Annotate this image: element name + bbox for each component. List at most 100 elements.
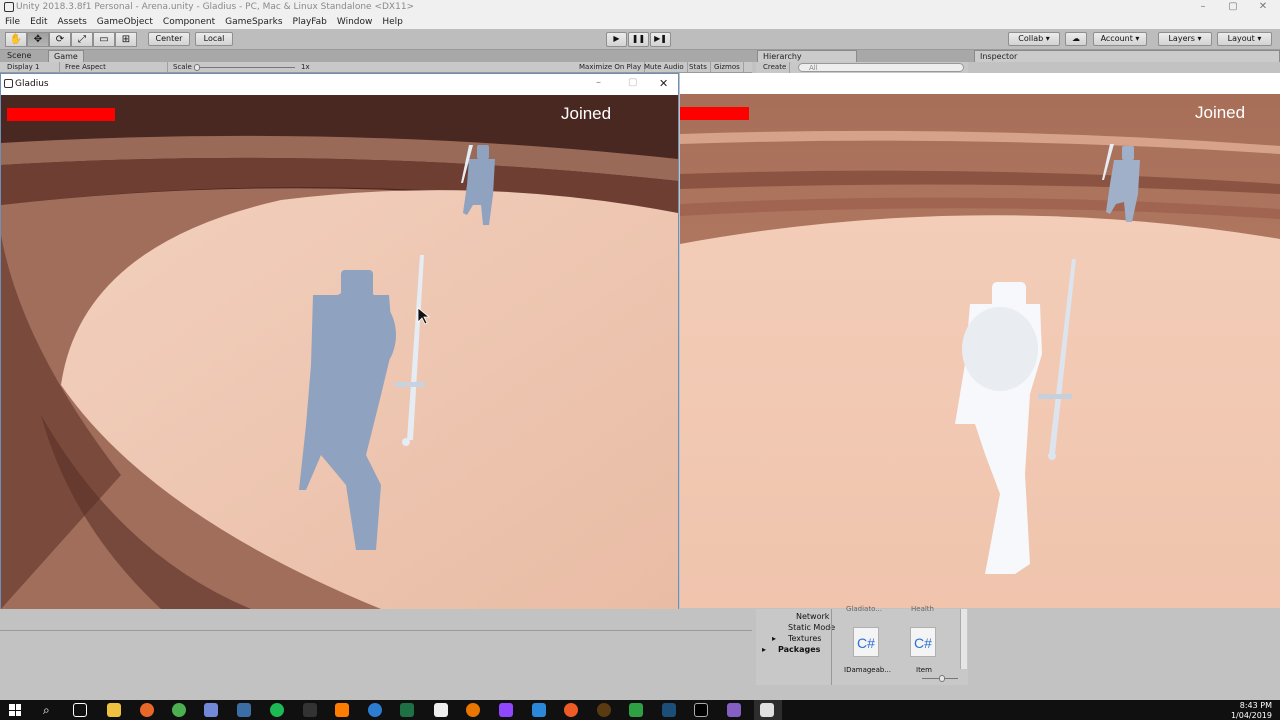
file-explorer-icon[interactable] bbox=[107, 703, 121, 717]
terminal-icon[interactable] bbox=[694, 703, 708, 717]
aspect-dropdown[interactable]: Free Aspect bbox=[62, 62, 168, 73]
menu-window[interactable]: Window bbox=[332, 15, 378, 29]
csharp-file-icon[interactable]: C# bbox=[853, 627, 879, 657]
taskbar: ⌕ 8:43 PM 1/04/2019 bbox=[0, 700, 1280, 720]
search-icon[interactable]: ⌕ bbox=[43, 703, 50, 718]
app-icon[interactable] bbox=[532, 703, 546, 717]
game-viewport-right[interactable]: Joined bbox=[680, 94, 1280, 608]
transform-tool-icon[interactable]: ⊞ bbox=[115, 32, 137, 47]
game-window-right[interactable]: Joined bbox=[680, 73, 1280, 609]
app-icon[interactable] bbox=[629, 703, 643, 717]
game-window-titlebar bbox=[680, 73, 1280, 94]
firefox-icon[interactable] bbox=[140, 703, 154, 717]
layers-dropdown[interactable]: Layers ▾ bbox=[1158, 32, 1212, 46]
game-maximize-button[interactable]: ▢ bbox=[628, 77, 637, 88]
unity-logo-icon bbox=[4, 2, 14, 12]
maximize-button[interactable]: ▢ bbox=[1216, 0, 1250, 15]
window-title: Unity 2018.3.8f1 Personal - Arena.unity … bbox=[16, 2, 415, 12]
steam-icon[interactable] bbox=[237, 703, 251, 717]
menu-assets[interactable]: Assets bbox=[53, 15, 92, 29]
unity-hub-icon[interactable] bbox=[434, 703, 448, 717]
task-view-icon[interactable] bbox=[73, 703, 87, 717]
pivot-local-button[interactable]: Local bbox=[195, 32, 233, 46]
play-button[interactable]: ▶ bbox=[606, 32, 627, 47]
menu-component[interactable]: Component bbox=[158, 15, 220, 29]
pivot-center-button[interactable]: Center bbox=[148, 32, 190, 46]
app-icon[interactable] bbox=[564, 703, 578, 717]
steam-icon[interactable] bbox=[662, 703, 676, 717]
game-window-title: Gladius bbox=[15, 79, 49, 89]
chevron-right-icon[interactable]: ▸ bbox=[762, 645, 766, 654]
chevron-right-icon[interactable]: ▸ bbox=[772, 634, 776, 643]
app-icon[interactable] bbox=[597, 703, 611, 717]
account-dropdown[interactable]: Account ▾ bbox=[1093, 32, 1147, 46]
collab-button[interactable]: Collab ▾ bbox=[1008, 32, 1060, 46]
excel-icon[interactable] bbox=[400, 703, 414, 717]
menu-gameobject[interactable]: GameObject bbox=[92, 15, 158, 29]
rect-tool-icon[interactable]: ▭ bbox=[93, 32, 115, 47]
joined-status: Joined bbox=[1195, 103, 1246, 122]
chevron-down-icon: ▾ bbox=[1135, 34, 1140, 43]
tree-item-packages[interactable]: Packages bbox=[778, 645, 820, 654]
twitch-icon[interactable] bbox=[499, 703, 513, 717]
layout-dropdown[interactable]: Layout ▾ bbox=[1217, 32, 1272, 46]
scale-tool-icon[interactable]: ⤢ bbox=[71, 32, 93, 47]
clock-date[interactable]: 1/04/2019 bbox=[1210, 711, 1272, 720]
tab-game[interactable]: Game bbox=[48, 50, 84, 62]
active-app-highlight bbox=[754, 700, 782, 720]
hierarchy-search-input[interactable]: All bbox=[798, 63, 964, 72]
hierarchy-toolbar: Create All bbox=[756, 62, 968, 73]
file-label: Gladiato... bbox=[846, 605, 882, 613]
pause-button[interactable]: ❚❚ bbox=[628, 32, 649, 47]
step-button[interactable]: ▶❚ bbox=[650, 32, 671, 47]
maximize-on-play-toggle[interactable]: Maximize On Play bbox=[576, 62, 646, 73]
game-view-controls: Display 1 Free Aspect Scale 1x Maximize … bbox=[0, 62, 752, 73]
create-dropdown[interactable]: Create bbox=[760, 62, 791, 73]
divider bbox=[0, 630, 752, 631]
visual-studio-icon[interactable] bbox=[727, 703, 741, 717]
app-icon[interactable] bbox=[368, 703, 382, 717]
app-icon[interactable] bbox=[303, 703, 317, 717]
hand-tool-icon[interactable]: ✋ bbox=[5, 32, 27, 47]
clock-time[interactable]: 8:43 PM bbox=[1210, 701, 1272, 710]
menu-help[interactable]: Help bbox=[377, 15, 408, 29]
tree-item-network[interactable]: Network bbox=[796, 612, 829, 621]
tree-item-static-models[interactable]: Static Mode bbox=[788, 623, 835, 632]
scale-slider[interactable] bbox=[195, 67, 295, 68]
gizmos-dropdown[interactable]: Gizmos bbox=[711, 62, 744, 73]
stats-toggle[interactable]: Stats bbox=[686, 62, 711, 73]
cloud-icon[interactable]: ☁ bbox=[1065, 32, 1087, 46]
title-bar: Unity 2018.3.8f1 Personal - Arena.unity … bbox=[0, 0, 1280, 15]
blender-icon[interactable] bbox=[466, 703, 480, 717]
spotify-icon[interactable] bbox=[270, 703, 284, 717]
tab-hierarchy[interactable]: Hierarchy bbox=[757, 50, 857, 62]
mute-audio-toggle[interactable]: Mute Audio bbox=[641, 62, 688, 73]
menu-edit[interactable]: Edit bbox=[25, 15, 52, 29]
tab-inspector[interactable]: Inspector bbox=[974, 50, 1280, 62]
windows-start-icon[interactable] bbox=[9, 704, 21, 716]
game-close-button[interactable]: ✕ bbox=[659, 77, 668, 90]
illustrator-icon[interactable] bbox=[335, 703, 349, 717]
discord-icon[interactable] bbox=[204, 703, 218, 717]
move-tool-icon[interactable]: ✥ bbox=[27, 32, 49, 47]
rotate-tool-icon[interactable]: ⟳ bbox=[49, 32, 71, 47]
game-viewport-left[interactable]: Joined bbox=[1, 95, 678, 609]
game-minimize-button[interactable]: – bbox=[596, 77, 601, 88]
divider bbox=[831, 609, 832, 685]
file-name: IDamageab... bbox=[844, 666, 892, 674]
minimize-button[interactable]: – bbox=[1186, 0, 1220, 15]
menu-bar: File Edit Assets GameObject Component GameSpa… bbox=[0, 15, 1280, 29]
close-button[interactable]: ✕ bbox=[1246, 0, 1280, 15]
game-window-left[interactable]: Gladius – ▢ ✕ Joined bbox=[0, 73, 679, 609]
tree-item-textures[interactable]: Textures bbox=[788, 634, 821, 643]
display-dropdown[interactable]: Display 1 bbox=[4, 62, 60, 73]
menu-gamesparks[interactable]: GameSparks bbox=[220, 15, 287, 29]
menu-file[interactable]: File bbox=[0, 15, 25, 29]
csharp-file-icon[interactable]: C# bbox=[910, 627, 936, 657]
tab-scene[interactable]: Scene bbox=[2, 50, 36, 62]
menu-playfab[interactable]: PlayFab bbox=[288, 15, 332, 29]
zoom-slider-handle[interactable] bbox=[939, 675, 945, 682]
chrome-icon[interactable] bbox=[172, 703, 186, 717]
scale-slider-handle[interactable] bbox=[194, 64, 200, 71]
scrollbar[interactable] bbox=[960, 609, 967, 669]
